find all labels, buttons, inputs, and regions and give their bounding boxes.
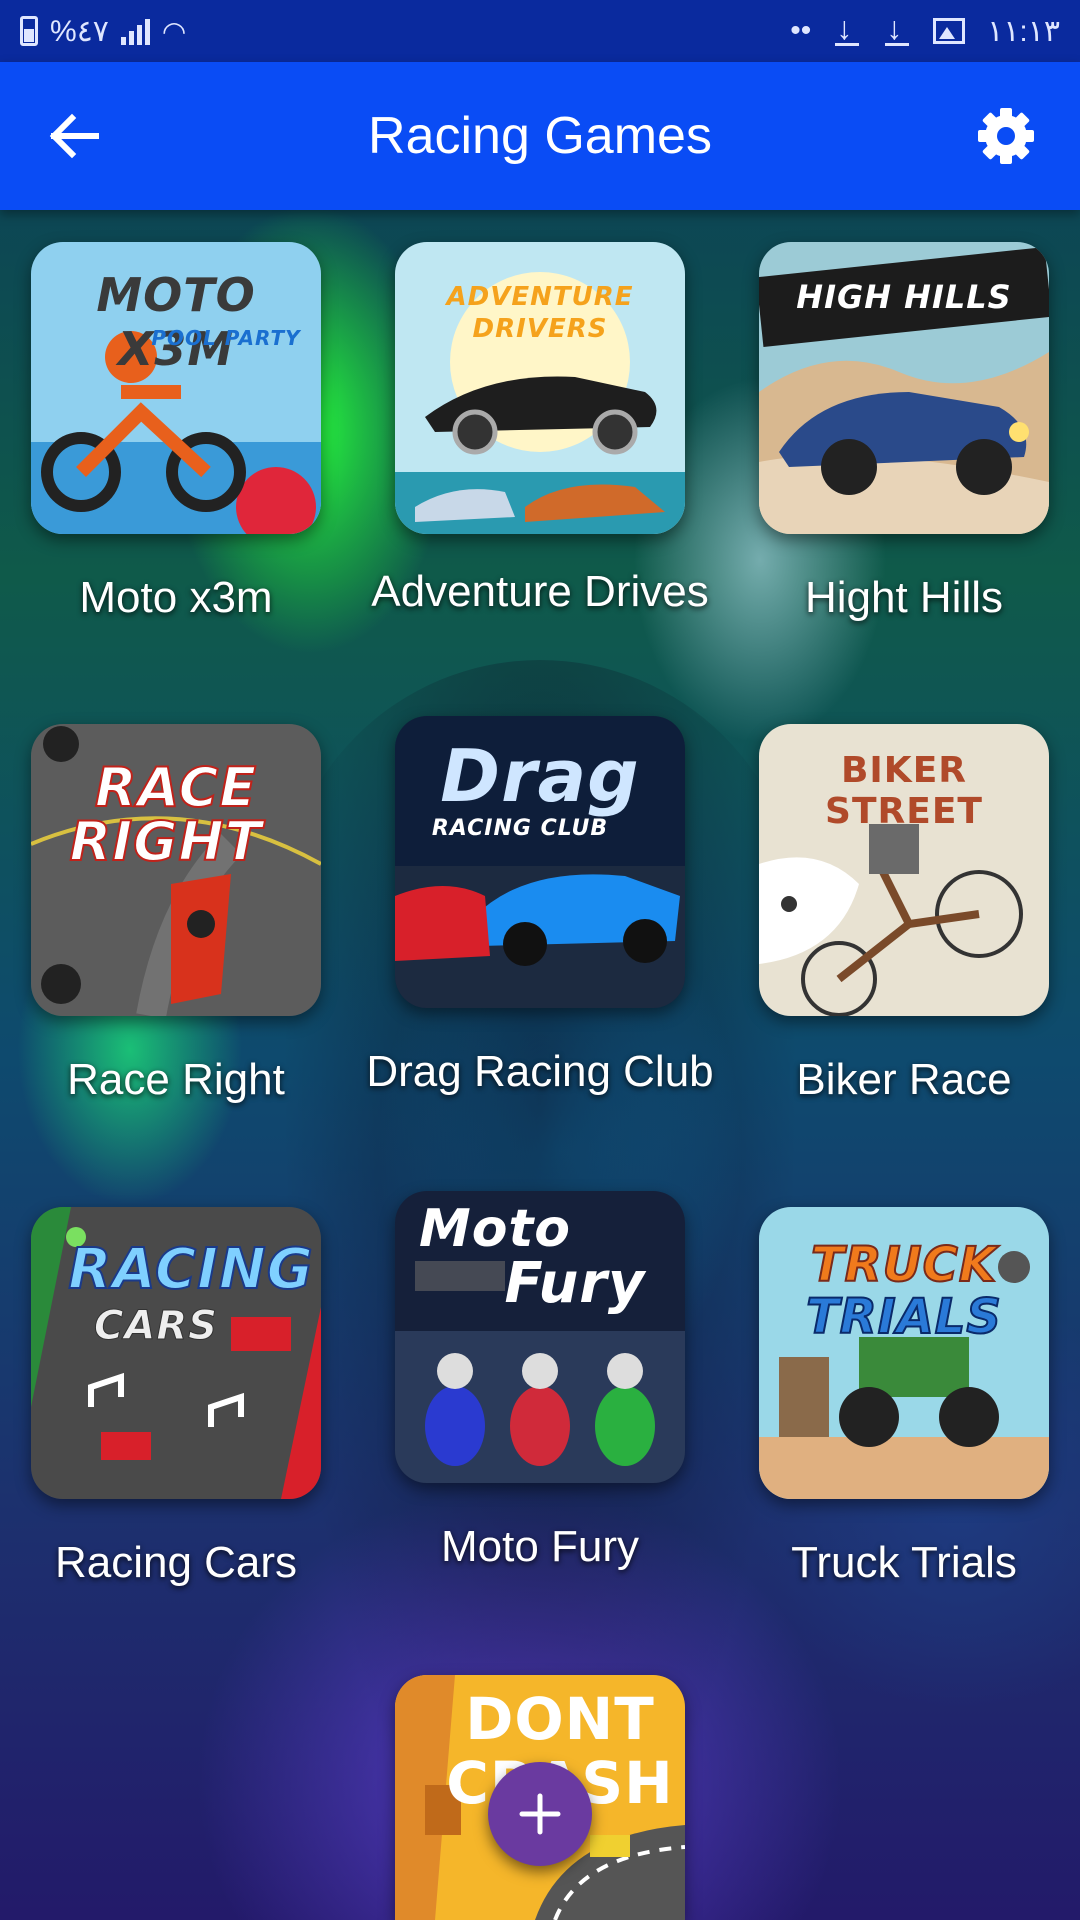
game-label[interactable]: Drag Racing Club (360, 1044, 720, 1100)
game-label[interactable]: Moto x3m (0, 570, 356, 626)
game-art-title: DONT (465, 1685, 655, 1753)
game-art-title: Drag (440, 734, 640, 818)
page-title: Racing Games (368, 107, 712, 165)
game-art-title: TRUCK (810, 1236, 998, 1294)
game-label[interactable]: Adventure Drives (360, 564, 720, 620)
settings-button[interactable] (972, 102, 1040, 170)
game-art-subtitle: RACING CLUB (431, 816, 609, 841)
plus-icon (519, 1793, 561, 1835)
notification-dots: •• (790, 14, 812, 47)
download-icon (833, 10, 861, 47)
game-label[interactable]: Hight Hills (724, 570, 1080, 626)
game-thumbnail[interactable]: HIGH HILLS (759, 242, 1049, 534)
game-art-title: MOTO X3M (96, 268, 256, 376)
game-thumbnail[interactable]: Drag RACING CLUB (395, 716, 685, 1008)
game-tile-drag-racing-club[interactable]: Drag RACING CLUB Drag Racing Club (366, 716, 714, 1100)
game-label[interactable]: Moto Fury (360, 1519, 720, 1575)
wifi-icon: ◠ (161, 15, 187, 47)
game-tile-racing-cars[interactable]: RACING CARS Racing Cars (31, 1207, 321, 1591)
game-art-title: Moto (418, 1199, 572, 1259)
game-tile-race-right[interactable]: RACE RIGHT Race Right (31, 724, 321, 1108)
game-label[interactable]: Racing Cars (0, 1535, 356, 1591)
game-tile-hight-hills[interactable]: HIGH HILLS Hight Hills (759, 242, 1049, 626)
game-art-title: ADVENTURE (446, 282, 634, 312)
battery-icon (20, 16, 38, 46)
game-art-subtitle: TRIALS (805, 1288, 1002, 1346)
game-thumbnail[interactable]: BIKER STREET (759, 724, 1049, 1016)
game-label[interactable]: Race Right (0, 1052, 356, 1108)
image-icon (933, 18, 966, 44)
game-thumbnail[interactable]: MOTO X3M POOL PARTY (31, 242, 321, 534)
signal-icon (120, 17, 150, 45)
game-label[interactable]: Biker Race (724, 1052, 1080, 1108)
gear-icon (978, 108, 1034, 164)
game-thumbnail[interactable]: RACE RIGHT (31, 724, 321, 1016)
game-art-subtitle: Fury (504, 1251, 646, 1316)
game-label[interactable]: Truck Trials (724, 1535, 1080, 1591)
app-bar: Racing Games (0, 62, 1080, 210)
game-art-subtitle: POOL PARTY (151, 326, 301, 350)
battery-percent: %٤٧ (50, 14, 109, 48)
status-bar: %٤٧ ◠ •• ١١:١٣ (0, 0, 1080, 62)
add-button[interactable] (488, 1762, 592, 1866)
game-thumbnail[interactable]: TRUCK TRIALS (759, 1207, 1049, 1499)
game-art-title: RACING (67, 1236, 314, 1303)
game-art-subtitle: CARS (94, 1303, 218, 1350)
game-art-title: BIKER STREET (825, 750, 983, 832)
game-thumbnail[interactable]: RACING CARS (31, 1207, 321, 1499)
game-tile-biker-race[interactable]: BIKER STREET Biker Race (759, 724, 1049, 1108)
game-thumbnail[interactable]: ADVENTURE DRIVERS (395, 242, 685, 534)
game-tile-adventure-drives[interactable]: ADVENTURE DRIVERS Adventure Drives (371, 242, 709, 620)
game-thumbnail[interactable]: Moto Fury (395, 1191, 685, 1483)
game-art-subtitle: DRIVERS (472, 314, 608, 344)
game-tile-moto-x3m[interactable]: MOTO X3M POOL PARTY Moto x3m (31, 242, 321, 626)
game-tile-truck-trials[interactable]: TRUCK TRIALS Truck Trials (759, 1207, 1049, 1591)
download-icon (883, 10, 911, 47)
clock: ١١:١٣ (987, 14, 1060, 48)
game-art-title: HIGH HILLS (796, 278, 1012, 316)
game-art-subtitle: RIGHT (68, 809, 263, 874)
game-tile-moto-fury[interactable]: Moto Fury Moto Fury (395, 1191, 685, 1575)
